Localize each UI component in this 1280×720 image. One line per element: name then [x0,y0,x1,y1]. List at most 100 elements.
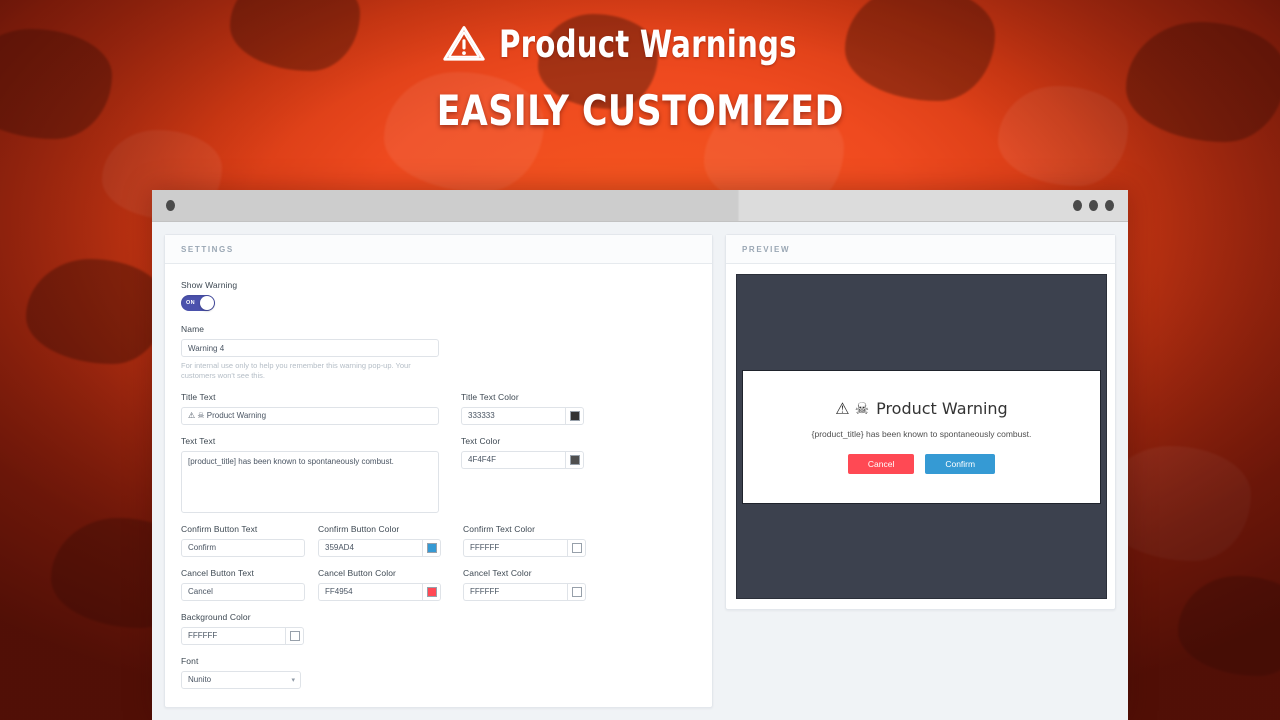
cancel-button-color-field: Cancel Button Color FF4954 [318,568,441,601]
cancel-button-text-label: Cancel Button Text [181,567,254,578]
confirm-button-color-swatch-button[interactable] [422,538,441,557]
preview-card-header: PREVIEW [726,235,1115,264]
settings-card: SETTINGS Show Warning ON Name Warning 4 … [164,234,713,708]
text-text-row: Text Text [product_title] has been known… [181,436,696,513]
hero-banner: Product Warnings EASILY CUSTOMIZED [0,0,1280,190]
cancel-text-color-swatch [571,586,582,597]
confirm-button-text-input[interactable]: Confirm [181,538,305,557]
title-text-row: Title Text ⚠ ☠ Product Warning Title Tex… [181,392,696,425]
confirm-text-color-field: Confirm Text Color FFFFFF [463,524,586,557]
window-dot-2[interactable] [1089,200,1098,211]
show-warning-toggle-state: ON [186,300,196,306]
preview-header-label: PREVIEW [742,244,791,254]
preview-card: PREVIEW ⚠ ☠ Product Warning {product_tit… [725,234,1116,610]
preview-stage: ⚠ ☠ Product Warning {product_title} has … [736,274,1107,599]
cancel-button-text-field: Cancel Button Text Cancel [181,568,305,601]
confirm-button-color-control: 359AD4 [318,538,441,557]
text-color-control: 4F4F4F [461,450,584,469]
confirm-text-color-label: Confirm Text Color [463,523,536,534]
cancel-button-color-swatch-button[interactable] [422,582,441,601]
confirm-text-color-input[interactable]: FFFFFF [463,538,567,557]
confirm-button-color-swatch [426,542,437,553]
title-text-input[interactable]: ⚠ ☠ Product Warning [181,406,439,425]
cancel-text-color-swatch-button[interactable] [567,582,586,601]
title-text-color-label: Title Text Color [461,391,519,402]
window-dot-1[interactable] [1073,200,1082,211]
name-label: Name [181,324,205,334]
settings-card-header: SETTINGS [165,235,712,264]
confirm-button-color-input[interactable]: 359AD4 [318,538,422,557]
browser-window: SETTINGS Show Warning ON Name Warning 4 … [152,190,1128,720]
modal-title-icons: ⚠ ☠ [835,398,870,418]
text-color-input[interactable]: 4F4F4F [461,450,565,469]
window-chrome [152,190,1128,222]
cancel-button-color-label: Cancel Button Color [318,567,396,578]
show-warning-label: Show Warning [181,280,238,290]
font-field: Font Nunito ▾ [181,656,696,689]
font-label: Font [181,655,199,666]
title-text-color-control: 333333 [461,406,584,425]
text-color-field: Text Color 4F4F4F [461,436,584,513]
modal-body-text: {product_title} has been known to sponta… [811,428,1032,439]
confirm-text-color-swatch [571,542,582,553]
cancel-button-text-input[interactable]: Cancel [181,582,305,601]
settings-header-label: SETTINGS [181,244,234,254]
hero-subtitle: EASILY CUSTOMIZED [436,86,844,135]
background-color-swatch [289,630,300,641]
modal-buttons: Cancel Confirm [847,453,996,475]
title-text-color-swatch-button[interactable] [565,406,584,425]
settings-card-body: Show Warning ON Name Warning 4 For inter… [165,264,712,699]
cancel-button-color-control: FF4954 [318,582,441,601]
background-color-control: FFFFFF [181,626,304,645]
title-text-color-input[interactable]: 333333 [461,406,565,425]
title-text-color-field: Title Text Color 333333 [461,392,584,425]
background-color-input[interactable]: FFFFFF [181,626,285,645]
title-text-label: Title Text [181,391,216,402]
text-text-textarea[interactable]: [product_title] has been known to sponta… [181,450,439,513]
confirm-row: Confirm Button Text Confirm Confirm Butt… [181,524,696,557]
font-select-wrap: Nunito ▾ [181,670,301,689]
name-field: Name Warning 4 For internal use only to … [181,324,439,381]
window-dots-right [1073,200,1114,211]
window-dot-3[interactable] [1105,200,1114,211]
text-text-label: Text Text [181,435,216,446]
confirm-button-color-label: Confirm Button Color [318,523,400,534]
text-color-swatch-button[interactable] [565,450,584,469]
modal-cancel-button[interactable]: Cancel [847,453,915,475]
cancel-text-color-input[interactable]: FFFFFF [463,582,567,601]
confirm-button-text-field: Confirm Button Text Confirm [181,524,305,557]
text-color-swatch [569,454,580,465]
show-warning-field: Show Warning ON [181,280,696,311]
title-text-field: Title Text ⚠ ☠ Product Warning [181,392,439,425]
cancel-button-color-input[interactable]: FF4954 [318,582,422,601]
cancel-text-color-label: Cancel Text Color [463,567,532,578]
confirm-button-text-label: Confirm Button Text [181,523,258,534]
text-text-field: Text Text [product_title] has been known… [181,436,439,513]
show-warning-toggle[interactable]: ON [181,295,215,311]
modal-confirm-button[interactable]: Confirm [925,453,996,475]
confirm-text-color-control: FFFFFF [463,538,586,557]
confirm-text-color-swatch-button[interactable] [567,538,586,557]
background-color-swatch-button[interactable] [285,626,304,645]
cancel-text-color-field: Cancel Text Color FFFFFF [463,568,586,601]
hero-title-row: Product Warnings [442,22,837,66]
cancel-text-color-control: FFFFFF [463,582,586,601]
toggle-knob [200,296,214,310]
background-color-label: Background Color [181,611,251,622]
hero-title: Product Warnings [499,22,798,66]
background-color-field: Background Color FFFFFF [181,612,304,645]
title-text-color-swatch [569,410,580,421]
modal-title-text: Product Warning [876,398,1008,418]
name-help-text: For internal use only to help you rememb… [181,361,411,380]
warning-triangle-icon [443,26,485,61]
cancel-button-color-swatch [426,586,437,597]
font-select[interactable]: Nunito [181,670,301,689]
window-dot-left[interactable] [166,200,175,211]
text-color-label: Text Color [461,435,501,446]
cancel-row: Cancel Button Text Cancel Cancel Button … [181,568,696,601]
confirm-button-color-field: Confirm Button Color 359AD4 [318,524,441,557]
modal-title-row: ⚠ ☠ Product Warning [835,399,1007,418]
name-input[interactable]: Warning 4 [181,339,439,357]
warning-modal: ⚠ ☠ Product Warning {product_title} has … [742,369,1101,504]
page-viewport: SETTINGS Show Warning ON Name Warning 4 … [152,222,1128,720]
